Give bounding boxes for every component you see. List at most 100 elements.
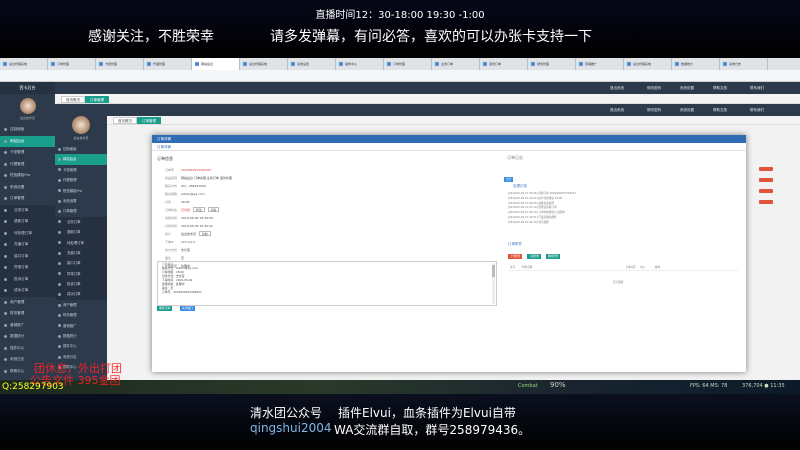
inner-tab-orders[interactable]: 订单管理 bbox=[137, 117, 161, 124]
inner-menu-item[interactable]: 财务管理 bbox=[55, 310, 107, 320]
outer-menu-item[interactable]: 系统设置 bbox=[0, 182, 55, 194]
field-label: 联系邮箱 bbox=[165, 192, 178, 196]
row-action-button[interactable] bbox=[759, 200, 773, 204]
save-order-button[interactable]: 保存订单 bbox=[157, 306, 173, 311]
inner-menu-item[interactable]: 异常订单 bbox=[55, 268, 107, 280]
log-badge[interactable]: 日志 bbox=[504, 177, 513, 182]
browser-tab[interactable]: 退款订单 bbox=[480, 58, 528, 70]
row-action-button[interactable] bbox=[759, 189, 773, 193]
browser-tab[interactable]: 营销推广 bbox=[576, 58, 624, 70]
field-label: 商户 bbox=[165, 232, 172, 236]
outer-menu-item[interactable]: 卡密管理 bbox=[0, 147, 55, 159]
menu-dot-icon bbox=[4, 369, 7, 373]
download-attachment-button[interactable]: 下载附件 bbox=[527, 254, 542, 259]
inner-menu-item[interactable]: 代理管理 bbox=[55, 175, 107, 185]
comments-scrollbar[interactable] bbox=[492, 263, 495, 304]
inner-menu-item[interactable]: 投诉订单 bbox=[55, 279, 107, 290]
browser-tab[interactable]: 数据统计 bbox=[672, 58, 720, 70]
inner-topbar: 退出系统 修改密码 系统设置 帮助文档 联系我们 bbox=[107, 104, 800, 116]
inner-menu-item[interactable]: 待处理订单 bbox=[55, 237, 107, 248]
inner-menu-item[interactable]: 网站后台 bbox=[55, 154, 107, 165]
outer-menu-item[interactable]: 待处理订单 bbox=[0, 227, 55, 239]
inner-tab-home[interactable]: 首页概况 bbox=[113, 117, 137, 124]
browser-tab[interactable]: 卡密管理 bbox=[96, 58, 144, 70]
upload-attachment-button[interactable]: 上传附件 bbox=[508, 254, 523, 259]
outer-topbar-link[interactable]: 帮助文档 bbox=[713, 82, 727, 94]
outer-menu-item[interactable]: 业务订单 bbox=[0, 204, 55, 216]
outer-menu-item[interactable]: 接口订单 bbox=[0, 250, 55, 262]
order-field-row: 商品名称 网站后台 订单处理 业务订单 退款处理 bbox=[165, 175, 232, 181]
inner-topbar-link[interactable]: 联系我们 bbox=[750, 104, 764, 116]
inner-topbar-link[interactable]: 系统设置 bbox=[680, 104, 694, 116]
inner-menu-item[interactable]: 营销推广 bbox=[55, 321, 107, 331]
outer-menu-item[interactable]: 插件中心 bbox=[0, 343, 55, 355]
outer-menu-item[interactable]: 商户管理 bbox=[0, 297, 55, 309]
outer-menu-item[interactable]: 退款订单 bbox=[0, 216, 55, 228]
inner-menu-item[interactable]: 数据统计 bbox=[55, 331, 107, 341]
outer-sidebar: 西卡后台 后台技术员 控制面板 网站后台 卡密管理 代理管理 短信模板Pro 系统设置 订单… bbox=[0, 82, 55, 380]
browser-tab[interactable]: 订单管理 bbox=[48, 58, 96, 70]
outer-menu-item[interactable]: 营销推广 bbox=[0, 320, 55, 332]
edit-button[interactable]: 修改 bbox=[193, 207, 205, 212]
browser-tab-label: 后台管理系统 bbox=[249, 62, 268, 66]
outer-menu-item[interactable]: 代理管理 bbox=[0, 159, 55, 171]
outer-topbar-link[interactable]: 修改密码 bbox=[647, 82, 661, 94]
view-button[interactable]: 查看 bbox=[207, 207, 220, 212]
outer-menu-item[interactable]: 网站后台 bbox=[0, 135, 55, 147]
inner-menu-item[interactable]: 控制面板 bbox=[55, 144, 107, 154]
inner-menu-item[interactable]: 业务订单 bbox=[55, 216, 107, 228]
inner-menu-item[interactable]: 卡密管理 bbox=[55, 165, 107, 175]
inner-menu-item[interactable]: 系统设置 bbox=[55, 196, 107, 206]
outer-menu-item[interactable]: 控制面板 bbox=[0, 124, 55, 136]
row-action-button[interactable] bbox=[759, 178, 773, 182]
inner-menu-item[interactable]: 订单管理 bbox=[55, 206, 107, 216]
browser-tab[interactable]: 后台管理系统 bbox=[624, 58, 672, 70]
outer-menu-item[interactable]: 异常订单 bbox=[0, 262, 55, 274]
modal-subtab[interactable]: 订单详情 bbox=[152, 143, 746, 151]
browser-tab[interactable]: 后台管理系统 bbox=[240, 58, 288, 70]
outer-menu-item[interactable]: 充值订单 bbox=[0, 239, 55, 251]
inner-topbar-link[interactable]: 退出系统 bbox=[610, 104, 624, 116]
outer-menu-item[interactable]: 订单管理 bbox=[0, 193, 55, 205]
inner-menu-item[interactable]: 充值订单 bbox=[55, 247, 107, 259]
order-log-title: 订单日志 bbox=[507, 155, 523, 160]
outer-topbar: 退出系统 修改密码 系统设置 帮助文档 联系我们 bbox=[55, 82, 800, 94]
row-action-button[interactable] bbox=[759, 167, 773, 171]
browser-tab[interactable]: 代理管理 bbox=[144, 58, 192, 70]
outer-topbar-link[interactable]: 联系我们 bbox=[750, 82, 764, 94]
inner-menu-item[interactable]: 成功订单 bbox=[55, 289, 107, 300]
log-entry: [2019-05-09 15:44:20] 等待处理 bbox=[508, 220, 549, 224]
browser-tab[interactable]: 系统日志 bbox=[720, 58, 768, 70]
browser-tab[interactable]: 插件中心 bbox=[336, 58, 384, 70]
inner-topbar-link[interactable]: 修改密码 bbox=[647, 104, 661, 116]
outer-avatar[interactable] bbox=[19, 98, 36, 114]
browser-tab[interactable]: 财务管理 bbox=[528, 58, 576, 70]
outer-tab-orders[interactable]: 订单管理 bbox=[85, 96, 109, 103]
browser-tab[interactable]: 订单管理 bbox=[384, 58, 432, 70]
outer-topbar-link[interactable]: 系统设置 bbox=[680, 82, 694, 94]
browser-tab[interactable]: 后台管理系统 bbox=[0, 58, 48, 70]
outer-tab-home[interactable]: 首页概况 bbox=[61, 96, 85, 103]
inner-menu-item[interactable]: 商户管理 bbox=[55, 300, 107, 310]
browser-tab[interactable]: 网站后台 bbox=[192, 58, 240, 70]
outer-menu-item[interactable]: 成功订单 bbox=[0, 285, 55, 297]
browser-tab[interactable]: 业务订单 bbox=[432, 58, 480, 70]
inner-avatar[interactable] bbox=[72, 116, 90, 134]
inner-menu-item[interactable]: 接口订单 bbox=[55, 258, 107, 269]
delete-attachment-button[interactable]: 删除附件 bbox=[546, 254, 561, 259]
inner-menu-item[interactable]: 插件中心 bbox=[55, 341, 107, 351]
inner-topbar-link[interactable]: 帮助文档 bbox=[713, 104, 727, 116]
inner-menu-item[interactable]: 退款订单 bbox=[55, 227, 107, 238]
copy-button[interactable]: 复制 bbox=[199, 231, 211, 236]
close-window-button[interactable]: 关闭窗口 bbox=[180, 306, 196, 311]
inner-menu-item[interactable]: 短信模板Pro bbox=[55, 186, 107, 196]
order-comments-textarea[interactable]: 订单备注 联系方式：admin@qq.com 订单金额：18.00 付款方式：支付宝… bbox=[157, 261, 497, 306]
browser-tab[interactable]: 系统设置 bbox=[288, 58, 336, 70]
outer-menu-item[interactable]: 数据统计 bbox=[0, 331, 55, 343]
outer-topbar-link[interactable]: 退出系统 bbox=[610, 82, 624, 94]
outer-menu-item[interactable]: 财务管理 bbox=[0, 308, 55, 320]
outer-menu-item[interactable]: 短信模板Pro bbox=[0, 170, 55, 182]
favicon-icon bbox=[627, 62, 631, 66]
menu-dot-icon bbox=[58, 241, 61, 245]
outer-menu-item[interactable]: 投诉订单 bbox=[0, 273, 55, 285]
